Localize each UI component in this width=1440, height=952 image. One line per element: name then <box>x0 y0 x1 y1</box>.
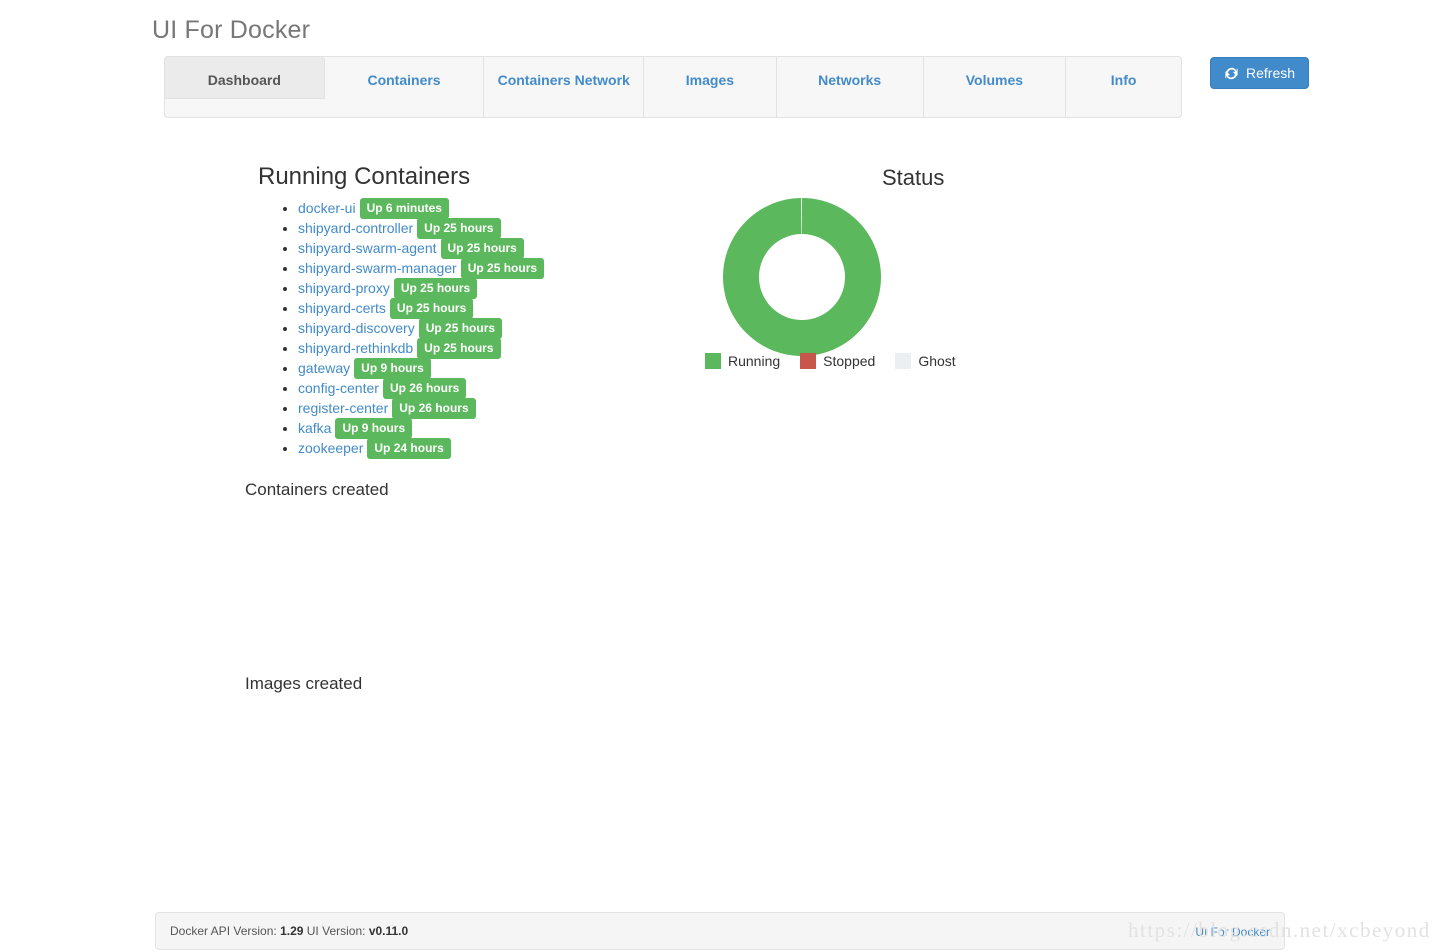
legend-item-running[interactable]: Running <box>705 353 780 369</box>
list-item: config-centerUp 26 hours <box>298 378 858 398</box>
status-badge: Up 24 hours <box>367 438 450 459</box>
refresh-button-label: Refresh <box>1246 65 1295 81</box>
status-donut-chart <box>713 198 891 356</box>
api-version-value: 1.29 <box>280 924 303 938</box>
api-version-label: Docker API Version: <box>170 924 277 938</box>
legend-swatch-running <box>705 353 721 369</box>
tab-networks[interactable]: Networks <box>777 57 924 117</box>
containers-created-heading: Containers created <box>245 480 389 500</box>
list-item: kafkaUp 9 hours <box>298 418 858 438</box>
legend-item-stopped[interactable]: Stopped <box>800 353 875 369</box>
status-badge: Up 26 hours <box>383 378 466 399</box>
container-link[interactable]: gateway <box>298 360 350 376</box>
status-badge: Up 25 hours <box>441 238 524 259</box>
status-badge: Up 25 hours <box>394 278 477 299</box>
status-badge: Up 25 hours <box>461 258 544 279</box>
container-link[interactable]: shipyard-discovery <box>298 320 415 336</box>
footer-link-wrap: UI For Docker <box>1195 923 1270 939</box>
container-link[interactable]: register-center <box>298 400 388 416</box>
status-badge: Up 9 hours <box>354 358 431 379</box>
status-heading: Status <box>882 165 944 191</box>
legend-swatch-ghost <box>895 353 911 369</box>
list-item: zookeeperUp 24 hours <box>298 438 858 458</box>
donut-slices <box>723 198 881 356</box>
status-badge: Up 9 hours <box>335 418 412 439</box>
legend-item-ghost[interactable]: Ghost <box>895 353 955 369</box>
tab-containers-network[interactable]: Containers Network <box>484 57 644 117</box>
tab-dashboard-label: Dashboard <box>208 70 281 90</box>
tab-bar: Dashboard Containers Containers Network … <box>164 56 1182 118</box>
legend-swatch-stopped <box>800 353 816 369</box>
images-created-heading: Images created <box>245 674 362 694</box>
container-link[interactable]: kafka <box>298 420 331 436</box>
status-badge: Up 26 hours <box>392 398 475 419</box>
container-link[interactable]: shipyard-rethinkdb <box>298 340 413 356</box>
footer-project-link[interactable]: UI For Docker <box>1195 925 1270 939</box>
tab-volumes[interactable]: Volumes <box>924 57 1067 117</box>
ui-version-value: v0.11.0 <box>369 924 408 938</box>
donut-slice-running[interactable] <box>723 198 881 356</box>
status-badge: Up 25 hours <box>417 218 500 239</box>
legend-label-ghost: Ghost <box>918 353 955 369</box>
container-link[interactable]: shipyard-swarm-manager <box>298 260 457 276</box>
status-chart-legend: Running Stopped Ghost <box>705 353 976 369</box>
tab-dashboard[interactable]: Dashboard <box>165 57 325 99</box>
container-link[interactable]: zookeeper <box>298 440 363 456</box>
legend-label-stopped: Stopped <box>823 353 875 369</box>
tab-volumes-label: Volumes <box>966 70 1023 90</box>
status-badge: Up 25 hours <box>419 318 502 339</box>
tab-networks-label: Networks <box>818 70 881 90</box>
container-link[interactable]: docker-ui <box>298 200 356 216</box>
refresh-button[interactable]: Refresh <box>1210 57 1309 89</box>
tab-info[interactable]: Info <box>1066 57 1181 117</box>
tab-containers-label: Containers <box>367 70 440 90</box>
container-link[interactable]: shipyard-proxy <box>298 280 390 296</box>
container-link[interactable]: shipyard-swarm-agent <box>298 240 437 256</box>
tab-info-label: Info <box>1111 70 1137 90</box>
status-badge: Up 25 hours <box>417 338 500 359</box>
container-link[interactable]: shipyard-controller <box>298 220 413 236</box>
page-title: UI For Docker <box>152 16 310 45</box>
containers-created-chart <box>245 505 1165 665</box>
footer-bar: Docker API Version: 1.29 UI Version: v0.… <box>155 912 1285 950</box>
version-info: Docker API Version: 1.29 UI Version: v0.… <box>170 924 408 938</box>
tab-row: Dashboard Containers Containers Network … <box>165 57 1181 117</box>
tab-containers-network-label: Containers Network <box>498 70 630 90</box>
tab-images-label: Images <box>686 70 734 90</box>
legend-label-running: Running <box>728 353 780 369</box>
ui-version-label: UI Version: <box>307 924 366 938</box>
container-link[interactable]: config-center <box>298 380 379 396</box>
container-link[interactable]: shipyard-certs <box>298 300 386 316</box>
tab-images[interactable]: Images <box>644 57 777 117</box>
status-badge: Up 6 minutes <box>360 198 449 219</box>
tab-containers[interactable]: Containers <box>325 57 485 117</box>
images-created-chart <box>245 700 1165 860</box>
running-containers-heading: Running Containers <box>258 163 470 191</box>
status-badge: Up 25 hours <box>390 298 473 319</box>
list-item: register-centerUp 26 hours <box>298 398 858 418</box>
refresh-icon <box>1224 66 1239 81</box>
